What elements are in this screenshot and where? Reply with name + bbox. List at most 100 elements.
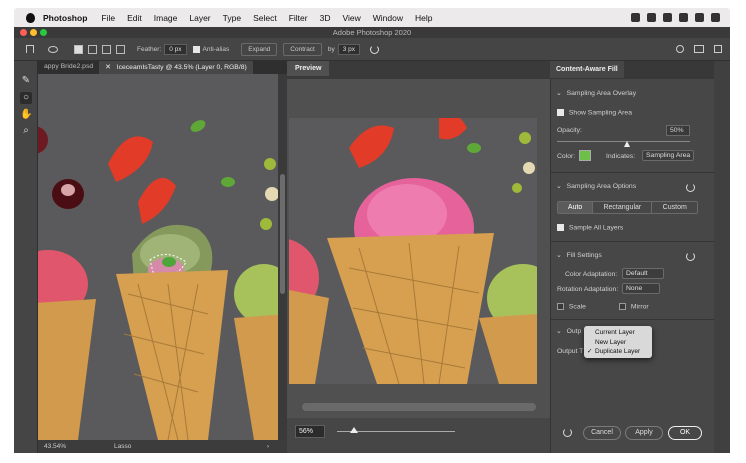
output-option-new[interactable]: New Layer [584,338,652,348]
tab-icecream-doc[interactable]: ✕ IceceamIsTasty @ 43.5% (Layer 0, RGB/8… [99,61,253,74]
section-divider [550,241,714,242]
mirror-row: Mirror [619,303,659,310]
zoom-window-button[interactable] [40,29,47,36]
subtract-selection-icon[interactable] [102,44,111,54]
menu-image[interactable]: Image [154,13,178,23]
home-icon[interactable] [26,45,34,53]
zoom-slider-thumb[interactable] [350,427,358,433]
intersect-selection-icon[interactable] [116,44,125,54]
mode-custom-button[interactable]: Custom [652,202,697,213]
apple-icon[interactable] [26,12,35,23]
scale-checkbox[interactable] [557,303,564,310]
window-title: Adobe Photoshop 2020 [332,28,412,37]
section-overlay-header[interactable]: ⌄ Sampling Area Overlay [550,86,714,102]
mode-rectangular-button[interactable]: Rectangular [593,202,653,213]
menu-type[interactable]: Type [223,13,241,23]
chevron-right-icon[interactable]: › [267,443,269,450]
vertical-scrollbar[interactable] [278,74,287,440]
panel-scrollbar[interactable] [714,61,730,453]
menu-select[interactable]: Select [253,13,277,23]
menu-3d[interactable]: 3D [320,13,331,23]
by-input[interactable]: 3 px [337,43,361,55]
close-window-button[interactable] [20,29,27,36]
close-tab-icon[interactable]: ✕ [105,64,111,71]
menu-help[interactable]: Help [415,13,432,23]
output-header-label: Outp [566,328,582,335]
zoom-readout[interactable]: 43.54% [44,443,84,450]
creative-cloud-icon[interactable] [631,13,640,22]
preview-canvas[interactable] [289,118,537,384]
antialias-checkbox[interactable] [192,45,200,53]
hand-tool-icon[interactable]: ✋ [20,109,32,121]
output-option-current[interactable]: Current Layer [584,328,652,338]
new-selection-icon[interactable] [74,44,83,54]
display-icon[interactable] [695,13,704,22]
wifi-icon[interactable] [711,13,720,22]
document-canvas[interactable] [38,74,278,440]
rotation-adaptation-label: Rotation Adaptation: [557,286,619,293]
reset-all-icon[interactable] [563,428,572,437]
panel-title[interactable]: Content-Aware Fill [550,61,624,78]
tab-preview[interactable]: Preview [287,61,330,76]
mac-menu-bar: Photoshop File Edit Image Layer Type Sel… [14,8,730,27]
minimize-window-button[interactable] [30,29,37,36]
show-sampling-label: Show Sampling Area [568,109,632,117]
scroll-thumb[interactable] [280,174,285,294]
rotation-adaptation-dropdown[interactable]: None [622,283,662,294]
zoom-tool-icon[interactable]: ⌕ [20,125,32,137]
tab-bride-doc[interactable]: appy Bride2.psd [38,61,99,74]
reset-icon[interactable] [370,44,380,54]
color-adaptation-label: Color Adaptation: [565,271,618,278]
mirror-checkbox[interactable] [619,303,626,310]
menu-window[interactable]: Window [373,13,403,23]
indicates-dropdown[interactable]: Sampling Area [642,150,698,161]
menu-layer[interactable]: Layer [189,13,210,23]
mode-auto-button[interactable]: Auto [558,202,594,213]
color-adaptation-dropdown[interactable]: Default [622,268,666,279]
options-bar: Feather: 0 px Anti-alias Expand Contract… [14,38,730,61]
overlay-header-label: Sampling Area Overlay [566,90,637,97]
lasso-preset-icon[interactable] [48,45,58,53]
preview-zoom-input[interactable]: 56% [295,425,325,438]
cancel-button[interactable]: Cancel [583,426,621,440]
preview-image [289,118,537,384]
color-adaptation-value: Default [622,268,664,279]
menu-filter[interactable]: Filter [289,13,308,23]
contract-button[interactable]: Contract [283,42,322,56]
ok-button[interactable]: OK [668,426,702,440]
add-selection-icon[interactable] [88,44,97,54]
reset-options-icon[interactable] [686,183,695,192]
antialias-label: Anti-alias [202,45,230,53]
share-icon[interactable] [714,45,722,53]
feather-label: Feather: [137,45,162,53]
shield-icon[interactable] [663,13,672,22]
overlay-color-swatch[interactable] [579,150,591,161]
output-option-duplicate[interactable]: ✓ Duplicate Layer [584,347,652,357]
opacity-input[interactable]: 50% [666,125,690,136]
sample-all-label: Sample All Layers [568,224,624,232]
chevron-down-icon: ⌄ [556,252,562,259]
options-header-label: Sampling Area Options [566,183,637,190]
status-icon[interactable] [647,13,656,22]
apply-button[interactable]: Apply [625,426,663,440]
reset-fill-icon[interactable] [686,252,695,261]
lasso-tool-icon[interactable]: ○ [20,92,32,104]
user-icon[interactable] [679,13,688,22]
icecream-image [38,74,278,440]
menu-file[interactable]: File [101,13,115,23]
search-icon[interactable] [676,45,684,53]
horizontal-scrollbar[interactable] [302,403,536,411]
brush-tool-icon[interactable]: ✎ [20,75,32,87]
workspace-icon[interactable] [694,45,704,53]
opacity-slider-thumb[interactable] [624,141,630,147]
expand-button[interactable]: Expand [241,42,278,56]
feather-input[interactable]: 0 px [164,43,187,55]
app-menu[interactable]: Photoshop [43,13,87,23]
menu-view[interactable]: View [342,13,360,23]
panel-tab-bar: Content-Aware Fill [550,61,714,79]
menu-edit[interactable]: Edit [127,13,142,23]
sample-all-checkbox[interactable] [557,224,564,231]
by-label: by [327,45,335,53]
show-sampling-checkbox[interactable] [557,109,564,116]
sampling-mode-toggle: Auto Rectangular Custom [557,201,698,214]
